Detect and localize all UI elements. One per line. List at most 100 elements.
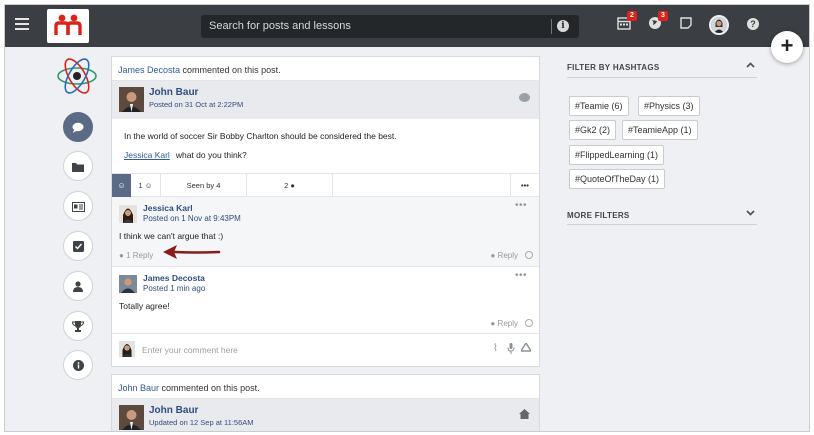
comment-more-button[interactable]: ••• <box>515 270 527 281</box>
post-author[interactable]: John Baur <box>149 87 198 98</box>
stats-spacer <box>333 174 511 197</box>
sidebar-item-posts[interactable] <box>63 112 93 142</box>
reply-label: Reply <box>497 251 518 260</box>
hashtag-chip[interactable]: #Teamie (6) <box>569 96 629 116</box>
activity-actor[interactable]: James Decosta <box>118 65 180 75</box>
hashtag-chip[interactable]: #Gk2 (2) <box>569 120 617 140</box>
help-icon[interactable]: ? <box>747 18 759 30</box>
notes-button[interactable] <box>677 16 695 34</box>
post-card: John Baur commented on this post. John B… <box>111 374 540 431</box>
activity-text: commented on this post. <box>159 383 260 393</box>
activity-text: commented on this post. <box>180 65 281 75</box>
like-count[interactable]: 1 ☺ <box>131 174 161 197</box>
hashtag-chip[interactable]: #FlippedLearning (1) <box>569 145 665 165</box>
post-body: In the world of soccer Sir Bobby Charlto… <box>112 119 539 173</box>
reply-button[interactable]: ● Reply <box>490 251 518 260</box>
user-icon <box>73 281 83 292</box>
annotation-arrow <box>163 245 221 259</box>
reply-button[interactable]: ● Reply <box>490 319 518 328</box>
comment-avatar-image <box>119 275 137 293</box>
logo-icon <box>54 14 82 35</box>
comment-composer: Enter your comment here ⌇ <box>112 334 539 364</box>
menu-icon[interactable] <box>15 18 29 30</box>
react-smiley-icon[interactable] <box>525 319 533 327</box>
search-bar[interactable]: Search for posts and lessons i <box>201 15 579 38</box>
chevron-down-icon[interactable] <box>746 208 755 219</box>
calendar-button[interactable]: 2 <box>615 11 637 34</box>
reply-label: Reply <box>497 319 518 328</box>
user-avatar-image <box>711 17 727 33</box>
comment-avatar[interactable] <box>119 275 137 293</box>
create-post-button[interactable]: + <box>771 31 803 63</box>
app-window: Search for posts and lessons i 2 3 ? + J… <box>4 4 810 432</box>
hashtag-chip[interactable]: #TeamieApp (1) <box>622 120 698 140</box>
search-divider <box>551 19 552 34</box>
microphone-shape <box>507 343 514 354</box>
post-card: James Decosta commented on this post. Jo… <box>111 56 540 367</box>
comment-bubble-icon: ● <box>290 181 295 190</box>
post-text: In the world of soccer Sir Bobby Charlto… <box>124 131 397 141</box>
atom-icon <box>57 58 97 94</box>
app-logo[interactable] <box>47 9 89 43</box>
drive-icon[interactable] <box>519 341 533 354</box>
search-input[interactable]: Search for posts and lessons <box>209 20 351 32</box>
author-avatar-image <box>119 87 144 112</box>
react-smiley-icon[interactable] <box>525 251 533 259</box>
chat-bubble-icon <box>72 122 84 133</box>
replies-link[interactable]: ● 1 Reply <box>119 251 153 260</box>
sidebar-item-gradebook[interactable] <box>63 191 93 221</box>
notifications-button[interactable]: 3 <box>646 11 668 34</box>
comment-author[interactable]: James Decosta <box>143 273 205 283</box>
home-icon <box>519 409 530 419</box>
more-filters-title[interactable]: MORE FILTERS <box>567 211 630 220</box>
top-bar: Search for posts and lessons i 2 3 ? <box>5 5 809 47</box>
composer-avatar <box>119 341 135 357</box>
author-avatar-image <box>119 405 144 430</box>
comment-input[interactable]: Enter your comment here <box>142 345 238 355</box>
comment-more-button[interactable]: ••• <box>515 200 527 211</box>
comment-avatar-image <box>119 205 137 223</box>
panel-divider <box>567 224 757 225</box>
reply-icon: ● <box>490 319 496 328</box>
sidebar-item-info[interactable] <box>63 350 93 380</box>
sidebar-item-members[interactable] <box>63 271 93 301</box>
info-icon[interactable]: i <box>557 20 569 32</box>
id-card-icon <box>71 202 85 212</box>
like-button[interactable]: ☺ <box>112 174 131 197</box>
chevron-up-shape <box>746 62 755 68</box>
sidebar-item-folders[interactable] <box>63 151 93 181</box>
chevron-up-icon[interactable] <box>746 60 755 71</box>
activity-actor[interactable]: John Baur <box>118 383 159 393</box>
classroom-logo[interactable] <box>56 55 98 97</box>
post-date: Updated on 12 Sep at 11:56AM <box>149 418 254 427</box>
mention-link[interactable]: Jessica Karl <box>124 150 170 160</box>
info-circle-icon <box>72 360 84 371</box>
seen-by[interactable]: Seen by 4 <box>161 174 247 197</box>
like-count-value: 1 <box>138 181 143 190</box>
comment-item: James Decosta Posted 1 min ago ••• Total… <box>112 267 539 334</box>
author-avatar[interactable] <box>119 87 144 112</box>
hashtag-chip[interactable]: #Physics (3) <box>638 96 700 116</box>
trophy-icon <box>71 321 85 332</box>
comment-text: Totally agree! <box>119 301 170 311</box>
filter-hashtags-title: FILTER BY HASHTAGS <box>567 63 660 72</box>
replies-count: 1 Reply <box>126 251 154 260</box>
comment-avatar[interactable] <box>119 205 137 223</box>
panel-divider <box>567 77 757 78</box>
checkbox-icon <box>72 241 84 252</box>
attach-icon[interactable]: ⌇ <box>491 343 500 354</box>
microphone-icon[interactable] <box>506 343 515 354</box>
globe-badge: 3 <box>658 11 668 21</box>
sidebar-item-achievements[interactable] <box>63 311 93 341</box>
author-avatar[interactable] <box>119 405 144 430</box>
activity-line: James Decosta commented on this post. <box>112 57 539 81</box>
post-author[interactable]: John Baur <box>149 405 198 416</box>
post-more-button[interactable]: ••• <box>511 174 539 197</box>
comment-author[interactable]: Jessica Karl <box>143 203 193 213</box>
composer-avatar-image <box>119 341 135 357</box>
sidebar-item-tasks[interactable] <box>63 231 93 261</box>
user-avatar[interactable] <box>709 15 729 35</box>
comment-count[interactable]: 2 ● <box>247 174 333 197</box>
hashtag-chip[interactable]: #QuoteOfTheDay (1) <box>569 169 666 189</box>
comment-text: I think we can't argue that :) <box>119 231 224 241</box>
